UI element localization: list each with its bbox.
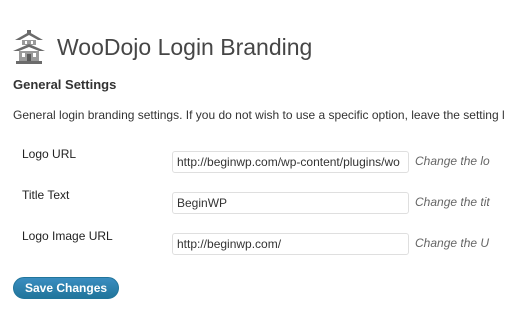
field-row-logo-url: Logo URL http://beginwp.com/wp-content/p… <box>0 147 515 173</box>
field-row-logo-image-url: Logo Image URL http://beginwp.com/ Chang… <box>0 229 515 255</box>
section-description: General login branding settings. If you … <box>13 108 505 122</box>
pagoda-icon <box>11 30 47 64</box>
logo-url-hint: Change the lo <box>415 154 490 168</box>
page-title: WooDojo Login Branding <box>57 33 313 60</box>
field-row-title-text: Title Text BeginWP Change the tit <box>0 188 515 214</box>
logo-url-input[interactable]: http://beginwp.com/wp-content/plugins/wo <box>172 151 409 173</box>
logo-image-url-input[interactable]: http://beginwp.com/ <box>172 233 409 255</box>
title-text-input[interactable]: BeginWP <box>172 192 409 214</box>
title-text-label: Title Text <box>22 188 70 202</box>
section-title: General Settings <box>13 77 117 92</box>
save-changes-button[interactable]: Save Changes <box>13 277 120 299</box>
logo-image-url-hint: Change the U <box>415 236 490 250</box>
title-text-hint: Change the tit <box>415 195 490 209</box>
logo-url-label: Logo URL <box>22 147 77 161</box>
page-header: WooDojo Login Branding <box>11 29 312 65</box>
logo-image-url-label: Logo Image URL <box>22 229 113 243</box>
